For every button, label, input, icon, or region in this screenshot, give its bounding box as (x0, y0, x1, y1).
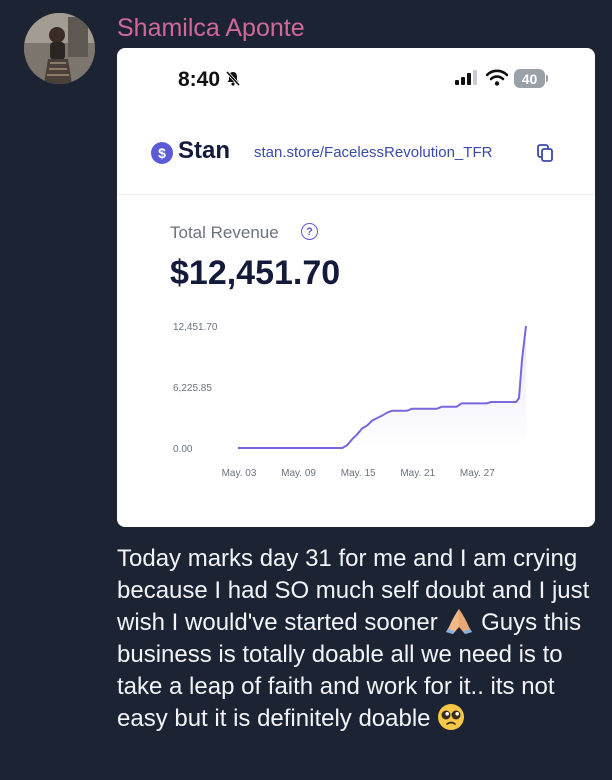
y-tick-label: 0.00 (173, 444, 193, 455)
status-time: 8:40 (178, 68, 221, 91)
revenue-area-fill (238, 326, 526, 448)
y-tick-label: 12,451.70 (173, 322, 218, 333)
message-text: Today marks day 31 for me and I am cryin… (117, 543, 599, 735)
sender-avatar[interactable] (24, 13, 95, 84)
x-tick-label: May. 15 (341, 468, 376, 479)
total-revenue-label: Total Revenue (170, 223, 279, 242)
battery-tip (546, 75, 548, 82)
battery-icon: 40 (514, 69, 545, 88)
folded-hands-emoji (446, 609, 473, 634)
battery-level: 40 (521, 70, 538, 87)
x-tick-label: May. 09 (281, 468, 316, 479)
pleading-face-emoji (438, 704, 465, 730)
help-icon[interactable]: ? (301, 223, 318, 240)
bell-muted-icon (225, 70, 241, 86)
x-tick-label: May. 03 (222, 468, 257, 479)
header-divider (117, 194, 595, 195)
y-tick-label: 6,225.85 (173, 383, 212, 394)
revenue-chart: 12,451.70 6,225.85 0.00 May. 03 May. 09 May. … (173, 322, 527, 479)
x-tick-label: May. 27 (460, 468, 495, 479)
wifi-icon (486, 69, 508, 86)
copy-icon[interactable] (537, 144, 553, 162)
avatar-photo (24, 13, 95, 84)
store-url-link[interactable]: stan.store/FacelessRevolution_TFR (254, 144, 492, 161)
x-tick-label: May. 21 (400, 468, 435, 479)
total-revenue-amount: $12,451.70 (170, 254, 341, 292)
brand-name: Stan (178, 137, 231, 164)
revenue-screenshot[interactable]: 8:40 40 $ Stan stan.store/FacelessRevolu… (117, 48, 595, 527)
cell-signal-icon (455, 70, 477, 85)
stan-dollar-icon: $ (151, 142, 173, 164)
sender-name[interactable]: Shamilca Aponte (117, 14, 305, 43)
